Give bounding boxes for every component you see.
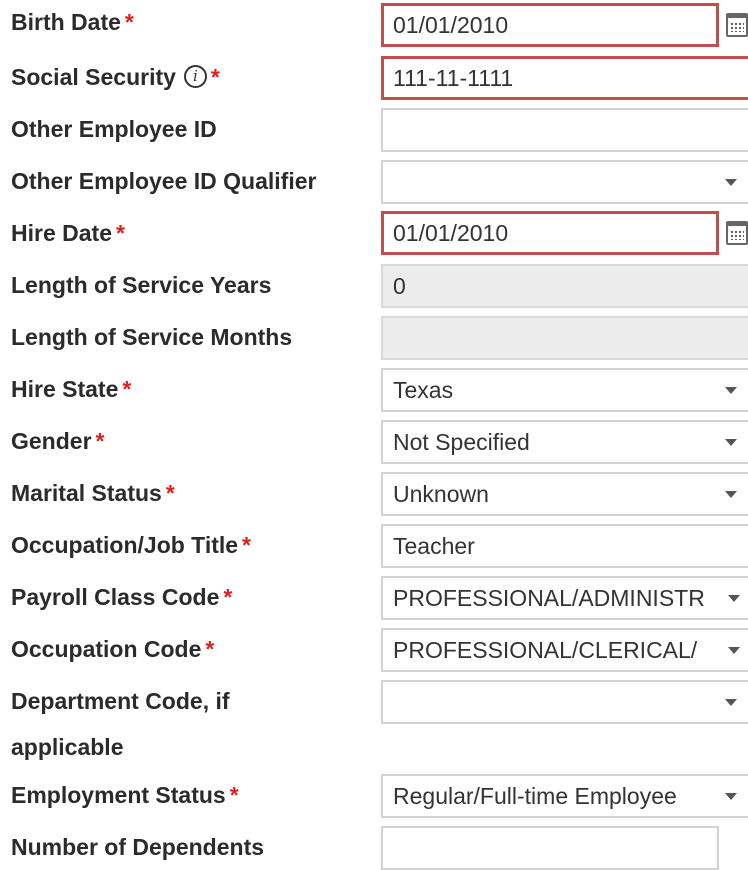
length-of-service-years-label-text: Length of Service Years bbox=[11, 272, 272, 298]
info-icon[interactable]: i bbox=[183, 65, 207, 88]
required-asterisk: * bbox=[115, 220, 125, 246]
employment-status-select[interactable]: Regular/Full-time Employee bbox=[381, 774, 748, 818]
marital-status-label-text: Marital Status bbox=[11, 480, 162, 506]
length-of-service-months-label-text: Length of Service Months bbox=[11, 324, 293, 350]
length-of-service-years-label: Length of Service Years bbox=[11, 272, 271, 298]
department-code-label-continued: applicable bbox=[11, 734, 123, 760]
department-code-select[interactable] bbox=[381, 680, 748, 724]
hire-state-label-text: Hire State bbox=[11, 376, 119, 402]
gender-label: Gender * bbox=[11, 428, 104, 454]
chevron-down-icon[interactable] bbox=[728, 595, 740, 602]
employment-status-label-text: Employment Status bbox=[11, 782, 226, 808]
required-asterisk: * bbox=[242, 532, 251, 558]
birth-date-label-text: Birth Date bbox=[11, 9, 121, 35]
payroll-class-code-select[interactable]: PROFESSIONAL/ADMINISTR bbox=[381, 576, 748, 620]
department-code-label-line1: Department Code, if bbox=[11, 688, 230, 714]
social-security-input[interactable]: 111-11-1111 bbox=[381, 56, 748, 100]
hire-state-value: Texas bbox=[393, 377, 454, 403]
required-asterisk: * bbox=[122, 376, 132, 402]
social-security-label-text: Social Security bbox=[11, 64, 176, 90]
hire-state-select[interactable]: Texas bbox=[381, 368, 748, 412]
occupation-code-label-text: Occupation Code bbox=[11, 636, 202, 662]
payroll-class-code-label-text: Payroll Class Code bbox=[11, 584, 220, 610]
calendar-icon[interactable] bbox=[726, 13, 748, 37]
occupation-job-title-value: Teacher bbox=[393, 533, 475, 559]
number-of-dependents-input[interactable] bbox=[381, 826, 719, 870]
chevron-down-icon[interactable] bbox=[725, 699, 737, 706]
marital-status-value: Unknown bbox=[393, 481, 489, 507]
number-of-dependents-label-text: Number of Dependents bbox=[11, 834, 265, 860]
required-asterisk: * bbox=[95, 428, 105, 454]
hire-state-label: Hire State * bbox=[11, 376, 131, 402]
birth-date-value: 01/01/2010 bbox=[393, 12, 509, 38]
other-employee-id-qualifier-select[interactable] bbox=[381, 160, 748, 204]
other-employee-id-input[interactable] bbox=[381, 108, 748, 152]
occupation-job-title-input[interactable]: Teacher bbox=[381, 524, 748, 568]
required-asterisk: * bbox=[124, 9, 134, 35]
birth-date-label: Birth Date * bbox=[11, 9, 134, 35]
marital-status-label: Marital Status * bbox=[11, 480, 175, 506]
birth-date-input[interactable]: 01/01/2010 bbox=[381, 3, 719, 47]
occupation-code-label: Occupation Code * bbox=[11, 636, 214, 662]
department-code-label-line2: applicable bbox=[11, 734, 124, 760]
gender-select[interactable]: Not Specified bbox=[381, 420, 748, 464]
number-of-dependents-label: Number of Dependents bbox=[11, 834, 264, 860]
hire-date-label: Hire Date * bbox=[11, 220, 125, 246]
social-security-value: 111-11-1111 bbox=[393, 65, 514, 91]
gender-value: Not Specified bbox=[393, 429, 530, 455]
required-asterisk: * bbox=[205, 636, 215, 662]
payroll-class-code-value: PROFESSIONAL/ADMINISTR bbox=[393, 585, 705, 611]
hire-date-label-text: Hire Date bbox=[11, 220, 112, 246]
payroll-class-code-label: Payroll Class Code * bbox=[11, 584, 232, 610]
chevron-down-icon[interactable] bbox=[725, 387, 737, 394]
required-asterisk: * bbox=[229, 782, 239, 808]
occupation-job-title-label: Occupation/Job Title * bbox=[11, 532, 251, 558]
chevron-down-icon[interactable] bbox=[725, 491, 737, 498]
other-employee-id-qualifier-label-text: Other Employee ID Qualifier bbox=[11, 168, 317, 194]
department-code-label: Department Code, if bbox=[11, 688, 230, 714]
gender-label-text: Gender bbox=[11, 428, 92, 454]
employment-status-value: Regular/Full-time Employee bbox=[393, 783, 677, 809]
employment-status-label: Employment Status * bbox=[11, 782, 239, 808]
social-security-label: Social Security i * bbox=[11, 64, 220, 90]
marital-status-select[interactable]: Unknown bbox=[381, 472, 748, 516]
length-of-service-years-value: 0 bbox=[393, 273, 406, 299]
hire-date-input[interactable]: 01/01/2010 bbox=[381, 211, 719, 255]
chevron-down-icon[interactable] bbox=[728, 647, 740, 654]
other-employee-id-label: Other Employee ID bbox=[11, 116, 217, 142]
chevron-down-icon[interactable] bbox=[725, 793, 737, 800]
length-of-service-months-field bbox=[381, 316, 748, 360]
length-of-service-months-label: Length of Service Months bbox=[11, 324, 292, 350]
hire-date-value: 01/01/2010 bbox=[393, 220, 509, 246]
chevron-down-icon[interactable] bbox=[725, 179, 737, 186]
required-asterisk: * bbox=[210, 64, 220, 90]
calendar-icon[interactable] bbox=[726, 221, 748, 245]
occupation-code-select[interactable]: PROFESSIONAL/CLERICAL/ bbox=[381, 628, 748, 672]
occupation-job-title-label-text: Occupation/Job Title bbox=[11, 532, 239, 558]
required-asterisk: * bbox=[223, 584, 233, 610]
chevron-down-icon[interactable] bbox=[725, 439, 737, 446]
other-employee-id-qualifier-label: Other Employee ID Qualifier bbox=[11, 168, 316, 194]
length-of-service-years-field: 0 bbox=[381, 264, 748, 308]
occupation-code-value: PROFESSIONAL/CLERICAL/ bbox=[393, 637, 698, 663]
other-employee-id-label-text: Other Employee ID bbox=[11, 116, 217, 142]
required-asterisk: * bbox=[165, 480, 175, 506]
